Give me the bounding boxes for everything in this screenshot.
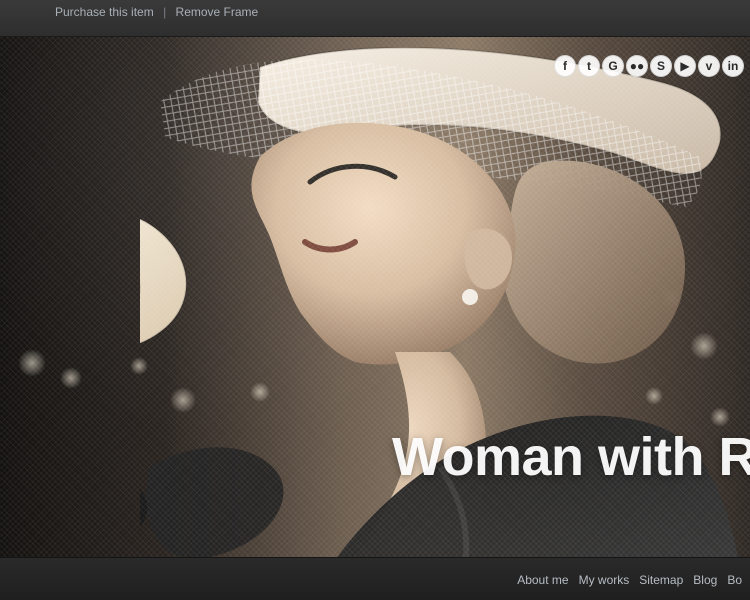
hero: f t G ●● S ▶ v in Woman with Rose — [0, 37, 750, 557]
vimeo-icon[interactable]: v — [698, 55, 720, 77]
bokeh-light — [60, 367, 82, 389]
nav-blog[interactable]: Blog — [693, 573, 717, 587]
youtube-icon[interactable]: ▶ — [674, 55, 696, 77]
facebook-icon[interactable]: f — [554, 55, 576, 77]
nav-about-me[interactable]: About me — [517, 573, 568, 587]
app-window: Purchase this item | Remove Frame f t G … — [0, 0, 750, 600]
hero-title: Woman with Rose — [392, 427, 750, 487]
flickr-icon[interactable]: ●● — [626, 55, 648, 77]
purchase-link[interactable]: Purchase this item — [55, 5, 154, 19]
bottom-bar: About me My works Sitemap Blog Bo — [0, 557, 750, 600]
bokeh-light — [18, 349, 46, 377]
nav-bo[interactable]: Bo — [727, 573, 742, 587]
nav-sitemap[interactable]: Sitemap — [639, 573, 683, 587]
social-icons: f t G ●● S ▶ v in — [554, 55, 744, 77]
twitter-icon[interactable]: t — [578, 55, 600, 77]
top-bar: Purchase this item | Remove Frame — [0, 0, 750, 37]
nav-my-works[interactable]: My works — [579, 573, 630, 587]
top-links-separator: | — [163, 5, 167, 19]
top-links: Purchase this item | Remove Frame — [55, 5, 258, 19]
linkedin-icon[interactable]: in — [722, 55, 744, 77]
footer-nav: About me My works Sitemap Blog Bo — [517, 573, 750, 587]
google-plus-icon[interactable]: G — [602, 55, 624, 77]
remove-frame-link[interactable]: Remove Frame — [176, 5, 259, 19]
skype-icon[interactable]: S — [650, 55, 672, 77]
